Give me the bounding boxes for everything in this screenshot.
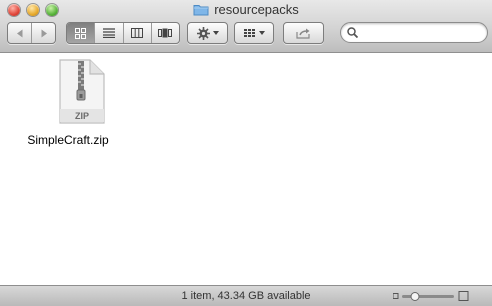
slider-knob[interactable] <box>410 292 420 301</box>
share-icon <box>296 28 310 39</box>
column-view-button[interactable] <box>124 23 152 43</box>
back-forward-control <box>7 22 56 44</box>
arrange-grid-icon <box>243 29 255 37</box>
slider-track <box>402 295 454 298</box>
zip-file-icon: ZIP <box>58 59 105 124</box>
icon-view-button[interactable] <box>67 23 96 43</box>
icon-size-slider[interactable] <box>393 291 469 301</box>
list-view-button[interactable] <box>95 23 124 43</box>
arrange-button[interactable] <box>235 23 273 43</box>
view-switcher <box>66 22 180 44</box>
file-item[interactable]: ZIP SimpleCraft.zip <box>18 59 118 147</box>
search-input[interactable] <box>361 25 483 40</box>
file-area: ZIP SimpleCraft.zip <box>0 53 492 285</box>
window-title-text: resourcepacks <box>214 2 299 17</box>
large-icon-size-icon <box>458 291 469 301</box>
arrange-menu[interactable] <box>234 22 274 44</box>
window-title: resourcepacks <box>0 2 492 20</box>
back-button[interactable] <box>8 23 32 43</box>
share-menu[interactable] <box>283 22 324 44</box>
zip-icon-label: ZIP <box>74 111 88 121</box>
list-view-icon <box>102 28 115 38</box>
icon-view-icon <box>75 27 87 39</box>
file-name: SimpleCraft.zip <box>27 133 109 147</box>
back-icon <box>16 29 22 37</box>
title-bar: resourcepacks <box>0 0 492 53</box>
forward-icon <box>41 29 47 37</box>
status-bar: 1 item, 43.34 GB available <box>0 285 492 306</box>
action-menu[interactable] <box>187 22 228 44</box>
folder-icon <box>193 3 209 20</box>
action-button[interactable] <box>188 23 227 43</box>
forward-button[interactable] <box>32 23 55 43</box>
small-icon-size-icon <box>393 293 399 299</box>
gear-icon <box>196 26 210 40</box>
chevron-down-icon <box>212 31 219 35</box>
coverflow-view-button[interactable] <box>152 23 179 43</box>
share-button[interactable] <box>284 23 323 43</box>
toolbar <box>0 22 492 46</box>
column-view-icon <box>131 28 144 38</box>
search-field[interactable] <box>340 22 488 43</box>
search-icon <box>347 27 358 38</box>
finder-window: resourcepacks ZIP SimpleCraft.zip 1 item… <box>0 0 492 306</box>
chevron-down-icon <box>258 31 265 35</box>
coverflow-view-icon <box>158 28 173 38</box>
